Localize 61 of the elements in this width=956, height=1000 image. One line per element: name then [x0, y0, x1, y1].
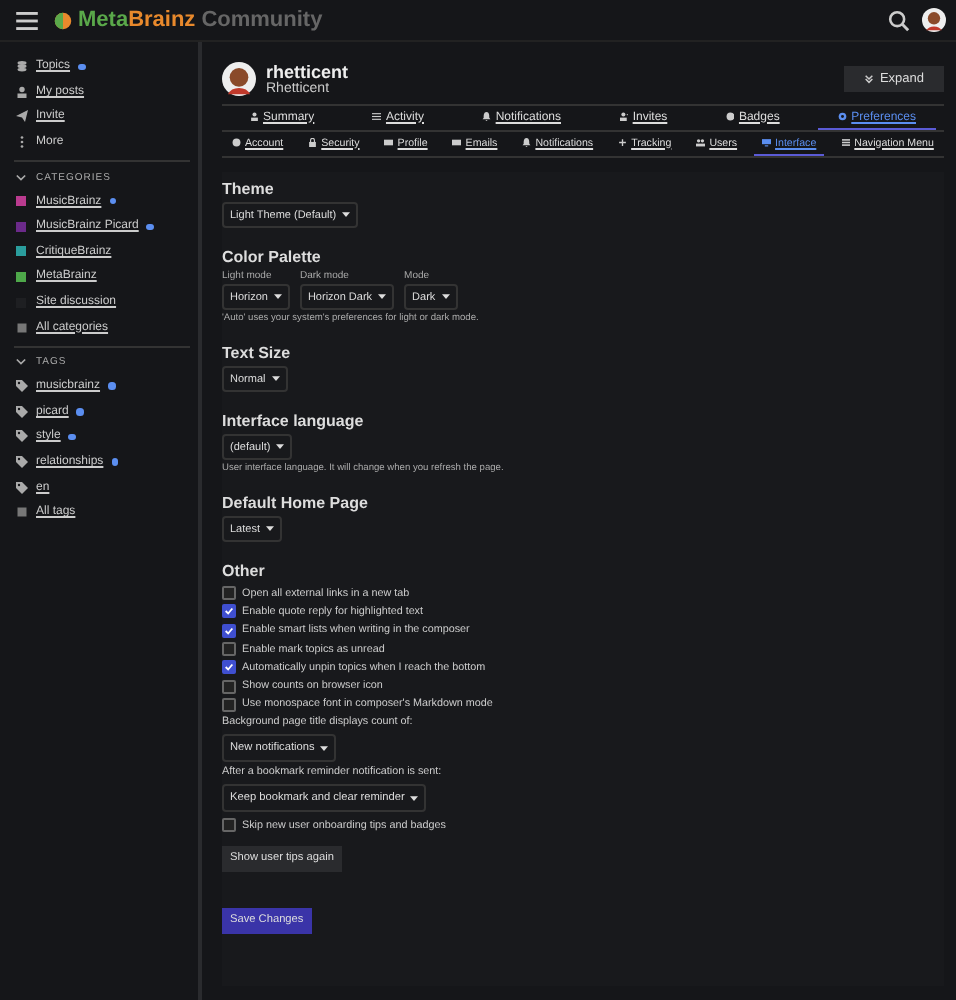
section-title: Default Home Page: [222, 494, 370, 512]
list-icon: [16, 321, 28, 334]
tag-icon: [16, 456, 28, 469]
chevron-icon[interactable]: [16, 173, 26, 182]
user-icon: [250, 112, 259, 122]
list-icon: [372, 112, 382, 122]
section-title: Other: [222, 562, 267, 580]
checkbox[interactable]: [222, 642, 236, 657]
tag-icon: [16, 380, 28, 393]
double-chevron-icon: [863, 73, 874, 83]
section-title: Color Palette: [222, 248, 323, 266]
tag-icon: [16, 481, 28, 494]
circle-icon: [232, 138, 241, 148]
checkbox[interactable]: [222, 660, 236, 675]
logo-wordmark[interactable]: MetaBrainz: [78, 8, 196, 32]
logo-suffix: Community: [201, 8, 323, 32]
checkbox[interactable]: [222, 679, 236, 694]
settings-icon: [838, 112, 848, 122]
envelope-icon: [452, 138, 462, 148]
caret-icon: [273, 294, 282, 300]
badge-icon: [725, 112, 735, 122]
user-icon: [16, 85, 28, 98]
plus-icon: [618, 138, 628, 148]
users-icon: [696, 138, 706, 148]
section-title: Text Size: [222, 344, 293, 362]
checkbox[interactable]: [222, 604, 236, 619]
avatar-icon[interactable]: [922, 8, 946, 32]
bell-icon: [482, 112, 492, 122]
add-user-icon: [619, 112, 629, 122]
username: rhetticent: [266, 61, 349, 81]
caret-icon: [378, 294, 387, 300]
user-avatar: [222, 61, 256, 95]
stack-icon: [16, 60, 28, 73]
menu-icon[interactable]: [16, 11, 38, 29]
caret-icon: [342, 212, 351, 218]
list-icon: [16, 506, 28, 519]
bell-icon: [522, 138, 532, 148]
list-icon: [841, 138, 851, 148]
monitor-icon: [762, 138, 772, 148]
send-icon: [16, 110, 28, 123]
caret-icon: [276, 444, 285, 450]
chevron-icon[interactable]: [16, 358, 26, 367]
card-icon: [384, 138, 394, 148]
caret-icon: [265, 526, 274, 532]
check-icon: [224, 662, 234, 673]
tag-icon: [16, 405, 28, 418]
caret-icon: [410, 795, 419, 802]
caret-icon: [320, 745, 329, 752]
section-title: Interface language: [222, 412, 366, 430]
search-icon[interactable]: [888, 9, 910, 31]
checkbox[interactable]: [222, 586, 236, 601]
more-icon: [16, 136, 28, 149]
tag-icon: [16, 430, 28, 443]
caret-icon: [271, 376, 280, 382]
section-title: Theme: [222, 180, 276, 198]
checkbox[interactable]: [222, 697, 236, 712]
brain-logo-icon: [54, 11, 72, 29]
checkbox[interactable]: [222, 818, 236, 833]
checkbox[interactable]: [222, 623, 236, 638]
lock-icon: [308, 138, 318, 148]
caret-icon: [441, 294, 450, 300]
